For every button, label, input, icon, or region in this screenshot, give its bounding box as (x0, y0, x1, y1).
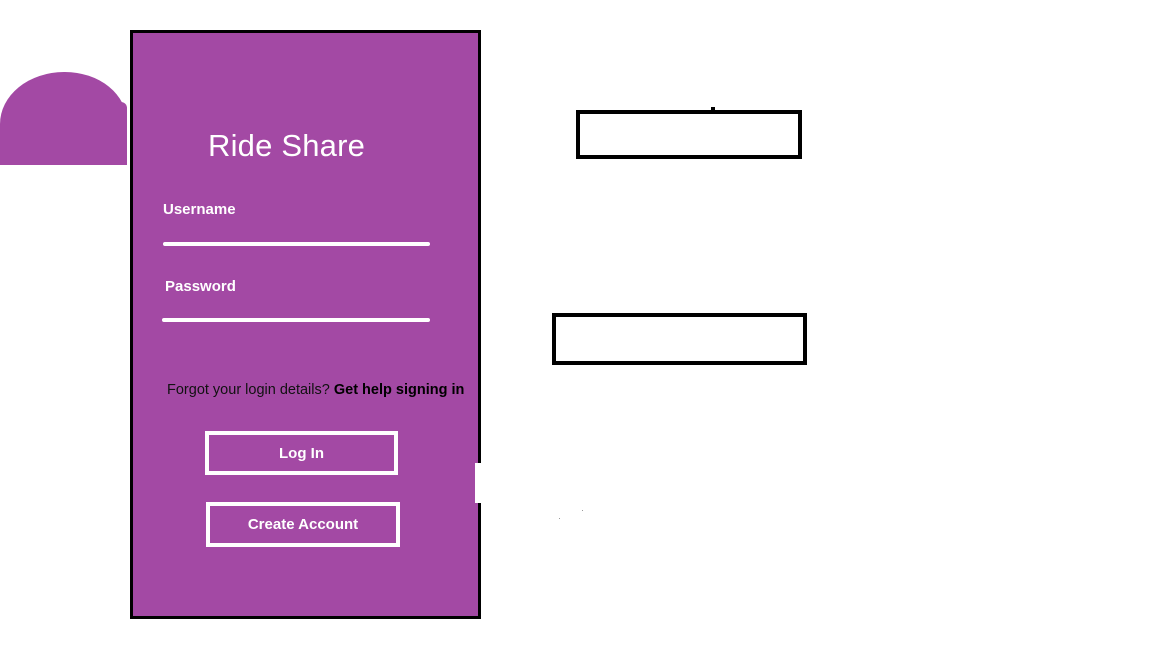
password-field[interactable] (162, 318, 430, 322)
login-button[interactable]: Log In (205, 431, 398, 475)
app-title: Ride Share (208, 128, 366, 163)
password-label: Password (165, 278, 236, 295)
username-label: Username (163, 201, 236, 218)
stray-pixel (559, 518, 560, 519)
create-account-button[interactable]: Create Account (206, 502, 400, 547)
placeholder-box-top (576, 110, 802, 159)
placeholder-box-bottom (552, 313, 807, 365)
forgot-login-prompt: Forgot your login details? (167, 382, 330, 398)
forgot-login-text: Forgot your login details? Get help sign… (167, 382, 464, 398)
wireframe-canvas: Ride Share Username Password Forgot your… (0, 0, 1152, 648)
get-help-signing-in-link[interactable]: Get help signing in (334, 382, 465, 398)
panel-border-gap (475, 463, 482, 503)
stray-pixel (582, 510, 583, 511)
username-field[interactable] (163, 242, 430, 246)
decorative-purple-shape (0, 72, 127, 165)
